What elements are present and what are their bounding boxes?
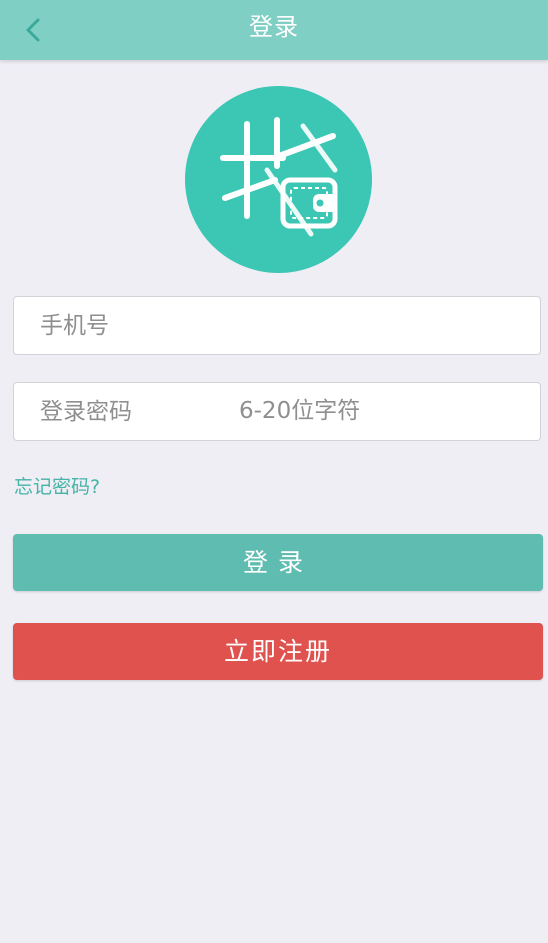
forgot-password-link[interactable]: 忘记密码? [14, 472, 100, 499]
phone-field [13, 296, 541, 355]
login-button[interactable]: 登录 [13, 534, 543, 591]
page-title: 登录 [249, 13, 299, 41]
password-field: 6-20位字符 [13, 382, 541, 441]
title-bar: 登录 [0, 0, 548, 60]
app-logo [185, 86, 372, 273]
password-input[interactable] [40, 383, 225, 440]
password-hint: 6-20位字符 [239, 398, 361, 424]
register-button[interactable]: 立即注册 [13, 623, 543, 680]
phone-input[interactable] [40, 297, 530, 354]
